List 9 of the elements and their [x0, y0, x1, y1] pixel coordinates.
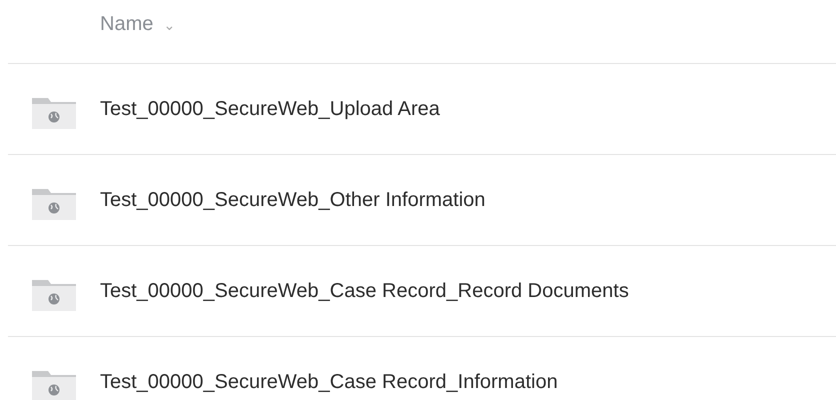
folder-globe-icon	[30, 96, 78, 130]
folder-globe-icon	[30, 278, 78, 312]
folder-globe-icon	[30, 187, 78, 221]
folder-name[interactable]: Test_00000_SecureWeb_Upload Area	[100, 98, 440, 120]
folder-globe-icon	[30, 369, 78, 400]
sort-caret-icon: ⌄	[163, 16, 176, 32]
folder-name[interactable]: Test_00000_SecureWeb_Case Record_Information	[100, 370, 558, 394]
folder-name[interactable]: Test_00000_SecureWeb_Case Record_Record Documents	[100, 280, 629, 302]
folder-name[interactable]: Test_00000_SecureWeb_Other Information	[100, 188, 486, 212]
